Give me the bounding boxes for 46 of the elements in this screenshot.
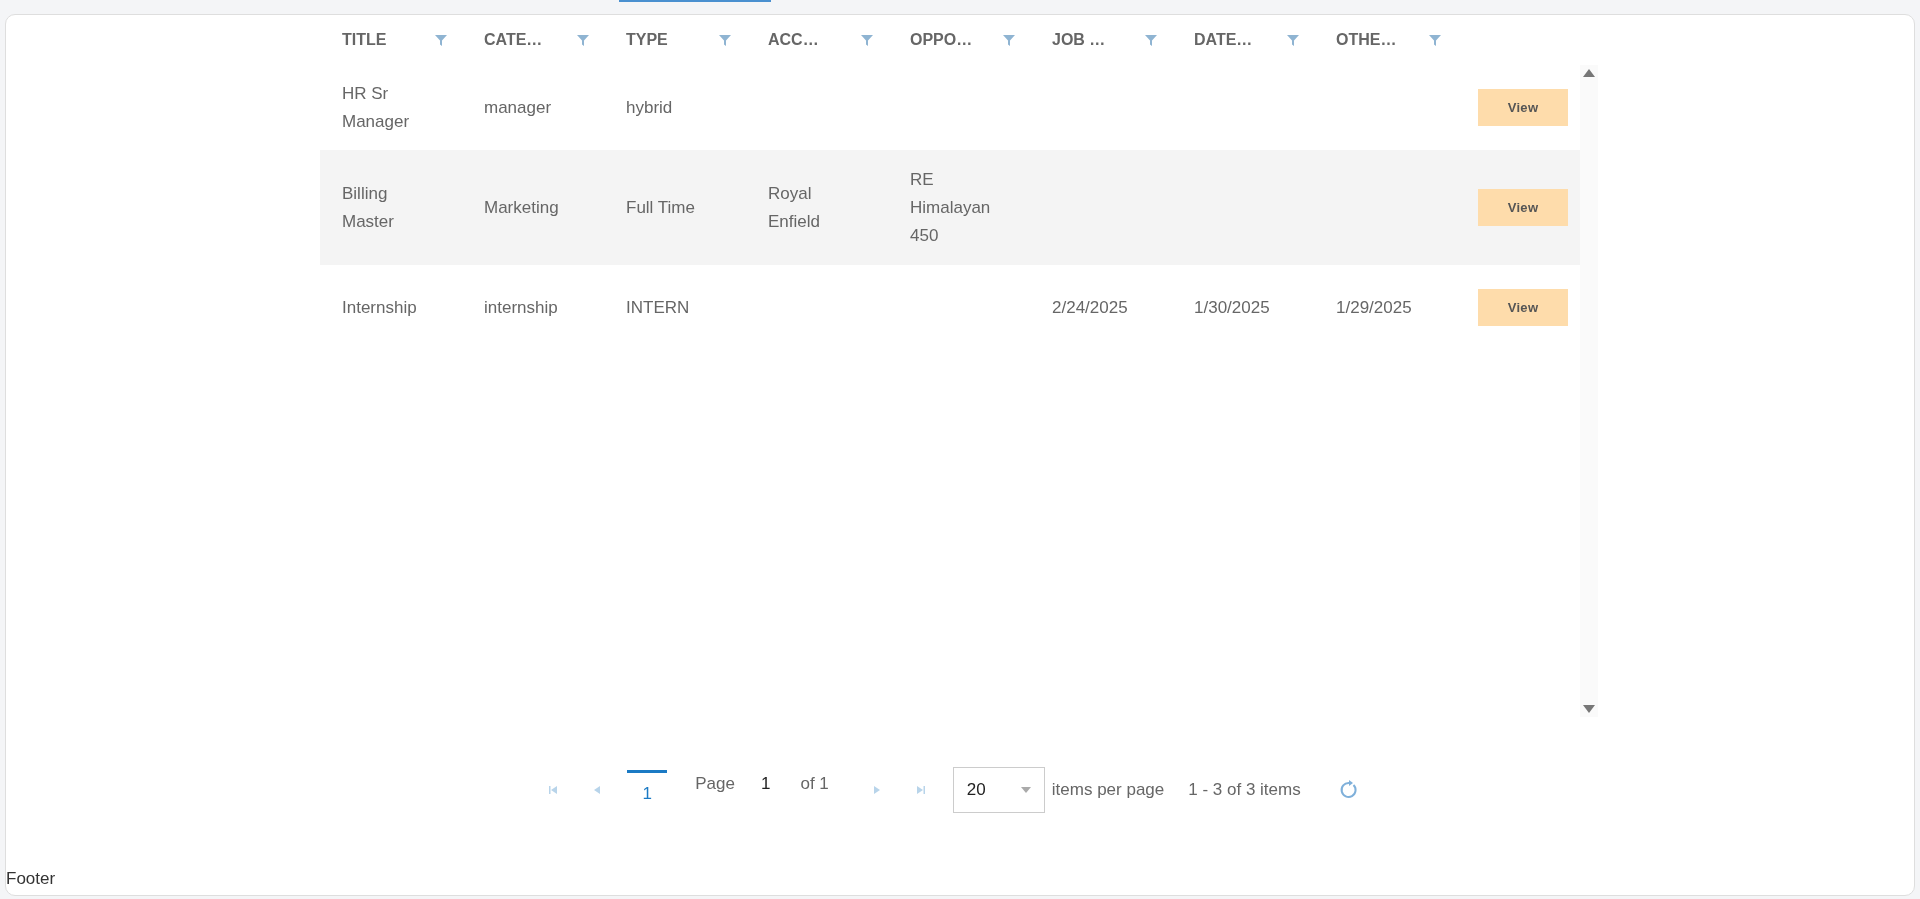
view-button[interactable]: View xyxy=(1478,189,1568,226)
filter-icon[interactable] xyxy=(1286,33,1300,47)
table-cell-text: manager xyxy=(484,96,553,119)
filter-icon[interactable] xyxy=(718,33,732,47)
page-count: of 1 xyxy=(800,773,829,796)
filter-icon[interactable] xyxy=(1002,33,1016,47)
filter-icon[interactable] xyxy=(576,33,590,47)
page-label: Page xyxy=(695,773,735,796)
table-cell-text: INTERN xyxy=(626,296,691,319)
table-cell-text: HR Sr Manager xyxy=(342,82,411,133)
page-size-dropdown[interactable]: 20 xyxy=(952,767,1045,813)
page-size-label: items per page xyxy=(1051,779,1165,802)
scrollbar[interactable] xyxy=(1580,65,1598,717)
table-cell-text: Royal Enfield xyxy=(768,182,821,233)
scroll-up-icon[interactable] xyxy=(1583,69,1595,77)
filter-icon[interactable] xyxy=(1144,33,1158,47)
table-cell-text: 1/30/2025 xyxy=(1194,296,1271,319)
column-header[interactable]: OPPO… xyxy=(910,28,973,52)
table-cell-text: 2/24/2025 xyxy=(1052,296,1129,319)
refresh-icon[interactable] xyxy=(1338,780,1359,800)
column-header[interactable]: JOB … xyxy=(1052,28,1106,52)
table-cell-text: Billing Master xyxy=(342,182,395,233)
filter-icon[interactable] xyxy=(860,33,874,47)
scroll-down-icon[interactable] xyxy=(1583,705,1595,713)
column-header[interactable]: DATE… xyxy=(1194,28,1253,52)
footer-text: Footer xyxy=(6,867,57,890)
table-cell-text: internship xyxy=(484,296,559,319)
filter-icon[interactable] xyxy=(434,33,448,47)
pager-summary: 1 - 3 of 3 items xyxy=(1188,779,1301,802)
table-cell-text: 1/29/2025 xyxy=(1336,296,1413,319)
column-header[interactable]: OTHE… xyxy=(1336,28,1397,52)
table-cell-text: hybrid xyxy=(626,96,674,119)
page-number[interactable]: 1 xyxy=(627,770,668,810)
column-header[interactable]: CATE… xyxy=(484,28,543,52)
column-header[interactable]: TYPE xyxy=(626,28,668,52)
column-header[interactable]: ACC… xyxy=(768,28,819,52)
filter-icon[interactable] xyxy=(1428,33,1442,47)
page-input[interactable]: 1 xyxy=(761,771,771,797)
table-cell-text: Marketing xyxy=(484,196,560,219)
caret-icon xyxy=(1020,787,1031,793)
table-cell-text: RE Himalayan 450 xyxy=(910,168,992,247)
view-button[interactable]: View xyxy=(1478,289,1568,326)
column-header[interactable]: TITLE xyxy=(342,28,387,52)
table-cell-text: Internship xyxy=(342,296,418,319)
view-button[interactable]: View xyxy=(1478,89,1568,126)
table-cell-text: Full Time xyxy=(626,196,696,219)
